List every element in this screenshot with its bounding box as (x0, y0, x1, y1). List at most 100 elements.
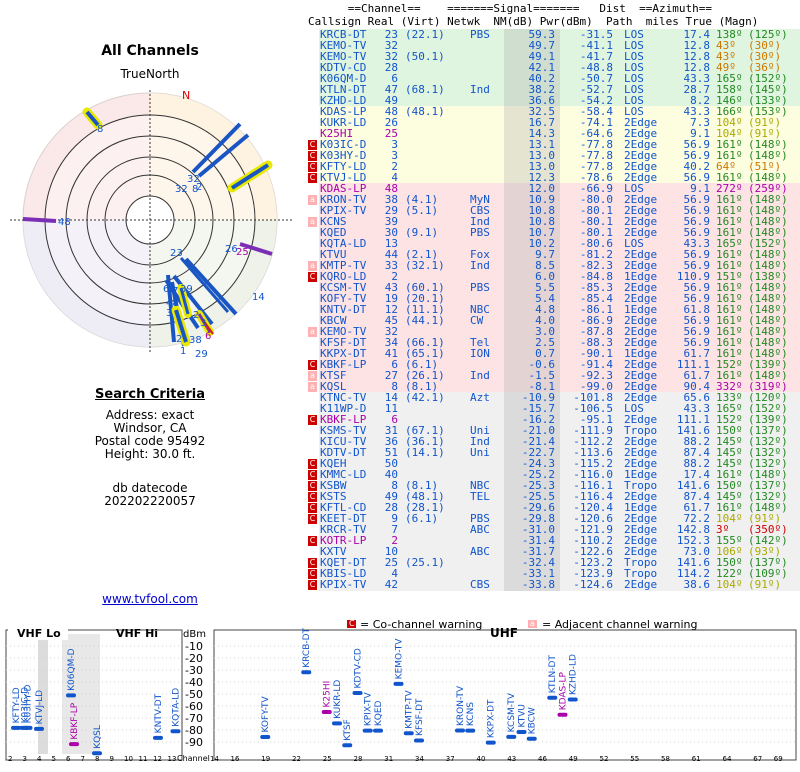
uhf-tick-label: 58 (661, 755, 670, 763)
vhf-tick-label: 10 (124, 755, 133, 763)
station-label: KOFY-TV (261, 695, 271, 732)
uhf-tick-label: 25 (323, 755, 332, 763)
bearing-label: 8 (97, 124, 103, 135)
station-marker (92, 751, 102, 756)
station-marker (66, 693, 76, 698)
co-channel-warning-icon: C (308, 140, 317, 150)
station-marker (526, 736, 537, 741)
uhf-tick-label: 55 (630, 755, 639, 763)
station-label: KBCW (528, 707, 538, 734)
station-label: K25HI (323, 681, 333, 708)
co-channel-warning-icon: C (308, 536, 317, 546)
station-label: KTVJ-LD (35, 690, 45, 724)
station-label: KQSL (93, 725, 103, 749)
adjacent-warning-icon: a (308, 261, 317, 271)
co-channel-warning-icon: C (308, 272, 317, 282)
station-marker (260, 734, 271, 739)
co-channel-warning-icon: C (308, 492, 317, 502)
bearing-label: 48 (58, 217, 71, 228)
bearing-label: 7 (172, 286, 178, 297)
cell-path: 2Edge (624, 578, 658, 591)
station-marker (22, 725, 33, 730)
station-label: KQED (374, 700, 384, 726)
station-marker (403, 731, 414, 736)
station-label: KCSM-TV (507, 692, 517, 732)
cell-pwr: -124.6 (573, 578, 613, 591)
vhf-tick-label: 9 (110, 755, 114, 763)
spectrum-svg: VHF Lo VHF Hi UHF C = Co-channel warning a = A… (5, 617, 797, 763)
station-marker (567, 697, 578, 702)
co-channel-warning-icon: C (308, 151, 317, 161)
tvfool-link[interactable]: www.tvfool.com (0, 592, 300, 606)
co-channel-warning-icon: C (308, 481, 317, 491)
co-channel-warning-icon: C (308, 415, 317, 425)
vhf-tick-label: 5 (52, 755, 56, 763)
station-marker (506, 734, 517, 739)
station-marker (11, 725, 21, 730)
vhf-tick-label: 7 (81, 755, 85, 763)
station-label: KZHD-LD (569, 654, 579, 695)
co-channel-warning-icon: C (308, 580, 317, 590)
bearing-label: 2 (193, 310, 199, 321)
table-header-groups: ==Channel== =======Signal======= Dist ==… (308, 2, 712, 15)
station-marker (153, 735, 163, 740)
bearing-label: 6 (205, 331, 211, 342)
uhf-tick-label: 67 (753, 755, 762, 763)
co-channel-warning-icon: C (308, 503, 317, 513)
adjacent-warning-icon: a (308, 217, 317, 227)
bearing-label: 3 (166, 308, 172, 319)
uhf-tick-label: 22 (292, 755, 301, 763)
co-channel-warning-icon: C (308, 558, 317, 568)
station-marker (485, 740, 496, 745)
polar-plot: N 832232 84823 262514617 39483 236381 292 (10, 89, 292, 360)
station-label: KTSF (343, 719, 353, 741)
station-label: KFTY-LD (12, 687, 22, 723)
uhf-tick-label: 16 (231, 755, 240, 763)
station-label: KQTA-LD (172, 688, 182, 727)
co-channel-warning-icon: C (308, 514, 317, 524)
vhf-tick-label: 12 (153, 755, 162, 763)
station-label: KTLN-DT (548, 655, 558, 694)
table-row[interactable]: C KPIX-TV 42 CBS -33.8 -124.6 2Edge 38.6 104º (91… (308, 579, 800, 591)
uhf-tick-label: 14 (210, 755, 219, 763)
cell-mag: (91º) (748, 578, 782, 591)
station-marker (362, 728, 373, 733)
vhf-tick-label: 13 (168, 755, 177, 763)
bearing-label: 32 (175, 184, 188, 195)
station-label: KPIX-TV (364, 692, 374, 727)
station-label: KFSF-DT (415, 698, 425, 736)
adjacent-warning-icon: a (308, 371, 317, 381)
spectrum-chart: VHF Lo VHF Hi UHF C = Co-channel warning a = A… (0, 617, 800, 768)
uhf-tick-label: 43 (507, 755, 516, 763)
bearing-label: 38 (189, 335, 202, 346)
co-channel-warning-icon: C (308, 459, 317, 469)
bearing-label: 1 (180, 346, 186, 357)
vhf-lo-label: VHF Lo (17, 627, 61, 640)
uhf-tick-label: 61 (692, 755, 701, 763)
station-marker (557, 712, 568, 717)
cell-cs: KPIX-TV (320, 578, 367, 591)
co-legend-mark: C (349, 620, 355, 628)
station-label: KRON-TV (456, 685, 466, 726)
station-label: KMTP-TV (405, 689, 415, 728)
station-marker (342, 743, 353, 748)
cell-net: CBS (470, 578, 490, 591)
channel-axis-label: Channel (177, 754, 210, 763)
uhf-tick-label: 49 (569, 755, 578, 763)
station-label: KDTV-CD (354, 648, 364, 688)
station-marker (332, 721, 342, 726)
uhf-tick-label: 46 (538, 755, 547, 763)
station-marker (373, 728, 383, 733)
cell-az: 104º (716, 578, 743, 591)
uhf-tick-label: 28 (354, 755, 363, 763)
adjacent-warning-icon: a (308, 195, 317, 205)
search-criteria: Search Criteria Address: exact Windsor, … (0, 388, 300, 508)
station-label: KEMO-TV (395, 638, 405, 680)
vhf-hi-label: VHF Hi (116, 627, 158, 640)
vhf-tick-label: 4 (37, 755, 42, 763)
uhf-tick-label: 64 (723, 755, 732, 763)
bearing-label: 2 (176, 334, 182, 345)
station-label: KRCB-DT (302, 627, 312, 667)
bearing-label: 8 (192, 184, 198, 195)
station-marker (170, 729, 181, 734)
